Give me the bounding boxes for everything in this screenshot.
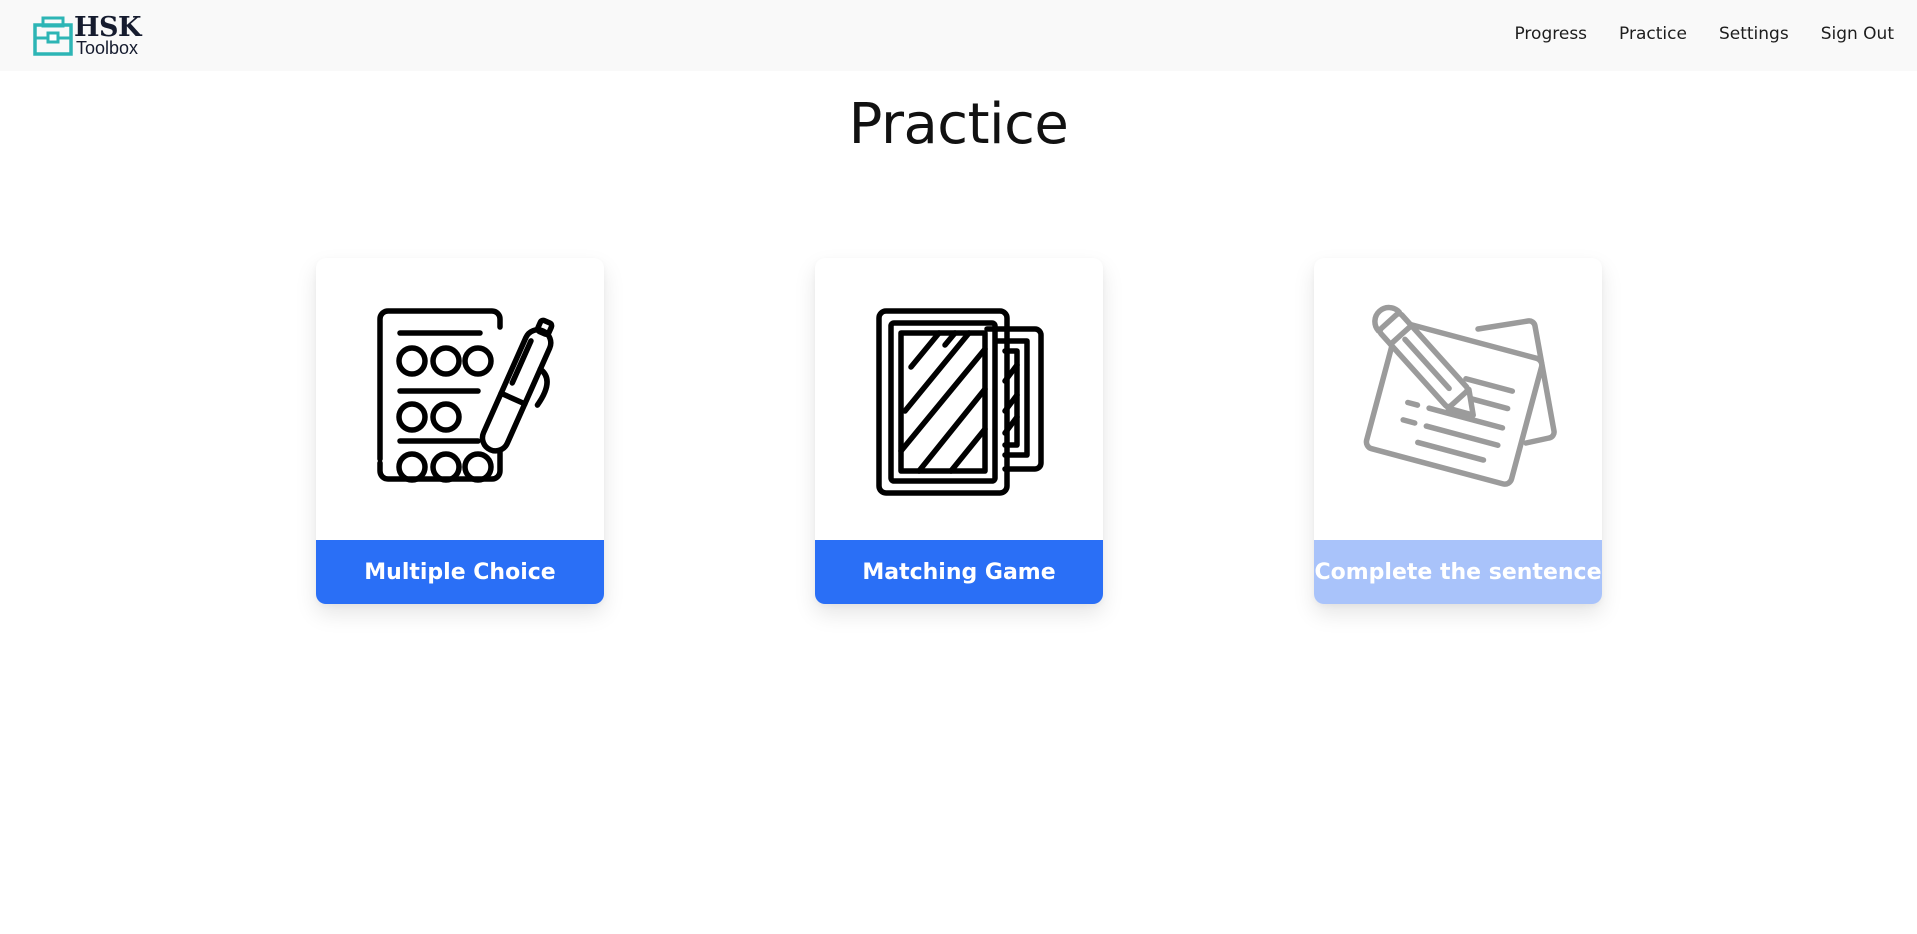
nav-settings-link[interactable]: Settings: [1719, 24, 1789, 44]
matching-game-button[interactable]: Matching Game: [815, 540, 1103, 604]
navbar: HSK Toolbox Progress Practice Settings S…: [0, 0, 1917, 71]
nav-practice-link[interactable]: Practice: [1619, 24, 1687, 44]
complete-sentence-card: Complete the sentence: [1314, 258, 1602, 604]
card-art: [815, 258, 1103, 540]
cards-icon: [876, 308, 1044, 496]
toolbox-icon: [33, 16, 73, 56]
brand-subname: Toolbox: [76, 38, 139, 58]
multiple-choice-sheet-icon: [377, 308, 555, 483]
nav-sign-out-link[interactable]: Sign Out: [1821, 24, 1894, 44]
nav-links: Progress Practice Settings Sign Out: [1482, 24, 1894, 44]
card-art: [1314, 258, 1602, 540]
nav-progress-link[interactable]: Progress: [1514, 24, 1587, 44]
complete-sentence-button[interactable]: Complete the sentence: [1314, 540, 1602, 604]
multiple-choice-button[interactable]: Multiple Choice: [316, 540, 604, 604]
card-art: [316, 258, 604, 540]
multiple-choice-card[interactable]: Multiple Choice: [316, 258, 604, 604]
page-title: Practice: [848, 92, 1069, 157]
brand-logo-link[interactable]: HSK Toolbox: [33, 12, 153, 58]
matching-game-card[interactable]: Matching Game: [815, 258, 1103, 604]
notes-pencil-icon: [1363, 304, 1557, 487]
